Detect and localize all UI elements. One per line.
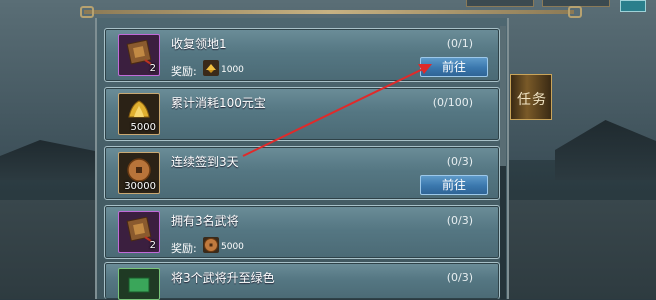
task-row: 2 收复领地1 (0/1) 奖励: 1000 前往: [104, 28, 500, 82]
task-title: 累计消耗100元宝: [171, 96, 266, 110]
reward-amount: 5000: [221, 242, 244, 252]
task-icon-frame: 5000: [118, 93, 160, 135]
panel-trim-cap-left: [80, 6, 94, 18]
task-progress: (0/3): [446, 271, 473, 284]
task-icon-frame: 2: [118, 34, 160, 76]
task-icon-frame: 2: [118, 211, 160, 253]
task-progress: (0/100): [432, 96, 473, 109]
top-resource-tab[interactable]: [466, 0, 534, 7]
tab-tasks-label: 任务: [517, 92, 547, 108]
panel-trim-cap-right: [568, 6, 582, 18]
tab-tasks[interactable]: 任务: [510, 74, 552, 120]
item-count: 2: [149, 63, 156, 74]
scrollbar-thumb[interactable]: [500, 26, 506, 166]
item-count: 2: [149, 240, 156, 251]
task-title: 收复领地1: [171, 37, 227, 51]
task-progress: (0/3): [446, 155, 473, 168]
coin-icon: [203, 237, 219, 253]
task-icon-frame: [118, 268, 160, 300]
task-row: 2 拥有3名武将 (0/3) 奖励: 5000: [104, 205, 500, 259]
task-progress: (0/1): [446, 37, 473, 50]
task-row: 30000 连续签到3天 (0/3) 前往: [104, 146, 500, 200]
reward-label: 奖励:: [171, 242, 197, 255]
go-button[interactable]: 前往: [420, 57, 488, 77]
task-icon-frame: 30000: [118, 152, 160, 194]
task-progress: (0/3): [446, 214, 473, 227]
item-count: 5000: [130, 122, 156, 133]
task-title: 连续签到3天: [171, 155, 239, 169]
panel-top-trim: [84, 10, 574, 14]
task-row: 5000 累计消耗100元宝 (0/100): [104, 87, 500, 141]
task-title: 将3个武将升至绿色: [171, 271, 275, 285]
item-count: 30000: [124, 181, 156, 192]
task-title: 拥有3名武将: [171, 214, 239, 228]
green-card-icon: [128, 277, 150, 293]
go-button[interactable]: 前往: [420, 175, 488, 195]
gold-ingot-icon: [203, 60, 219, 76]
top-gem-icon[interactable]: [620, 0, 646, 12]
task-row: 将3个武将升至绿色 (0/3): [104, 262, 500, 300]
reward-label: 奖励:: [171, 65, 197, 78]
reward-amount: 1000: [221, 65, 244, 75]
